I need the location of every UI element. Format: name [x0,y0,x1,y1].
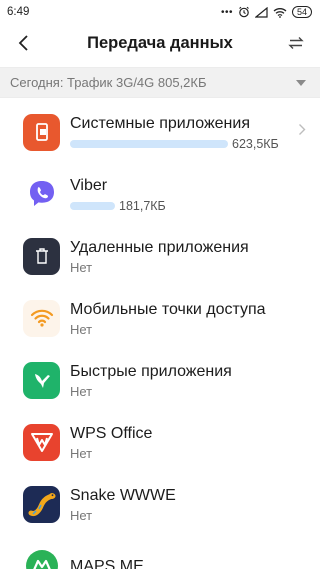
app-bar: Передача данных [0,24,320,62]
list-item-system-apps[interactable]: Системные приложения 623,5КБ [0,101,320,163]
sort-toggle-button[interactable] [282,29,310,57]
wifi-hotspot-icon [23,299,60,337]
app-name: Удаленные приложения [70,238,249,256]
alarm-icon [239,6,249,18]
wifi-icon [273,7,287,18]
triangle-down-icon [296,79,306,86]
traffic-filter-label: Сегодня: Трафик 3G/4G 805,2КБ [10,75,207,90]
list-item-removed-apps[interactable]: Удаленные приложения Нет [0,225,320,287]
status-icons: ••• 54 [221,6,312,18]
list-item-viber[interactable]: Viber 181,7КБ [0,163,320,225]
app-name: Мобильные точки доступа [70,300,266,318]
signal-icon [254,6,268,18]
usage-value: Нет [70,507,93,523]
notification-dots: ••• [220,6,233,18]
snake-icon [23,485,60,523]
back-button[interactable] [10,29,38,57]
usage-value: Нет [70,445,93,461]
list-item-snake-wwwe[interactable]: Snake WWWE Нет [0,473,320,535]
app-name: MAPS.ME [70,557,144,569]
app-name: Snake WWWE [70,486,176,504]
wps-icon [23,423,60,461]
usage-value: 181,7КБ [119,198,166,213]
maps-me-icon [23,547,60,569]
swap-arrows-icon [288,37,304,49]
traffic-filter-dropdown[interactable]: Сегодня: Трафик 3G/4G 805,2КБ [0,67,320,98]
chevron-right-icon [299,124,306,135]
list-item-hotspot[interactable]: Мобильные точки доступа Нет [0,287,320,349]
system-apps-icon [23,113,60,151]
hummingbird-icon [23,361,60,399]
status-time: 6:49 [7,6,30,18]
usage-value: Нет [70,259,93,275]
usage-value: Нет [70,383,93,399]
chevron-left-icon [18,35,28,51]
app-name: Системные приложения [70,114,250,132]
list-item-quick-apps[interactable]: Быстрые приложения Нет [0,349,320,411]
app-name: Быстрые приложения [70,362,232,380]
status-bar: 6:49 ••• 54 [0,0,320,24]
app-name: Viber [70,176,108,194]
battery-indicator: 54 [291,6,312,18]
usage-bar [70,139,228,148]
viber-icon [23,176,60,213]
page-title: Передача данных [87,33,233,52]
trash-icon [23,237,60,275]
usage-bar [70,201,115,210]
list-item-maps-me[interactable]: MAPS.ME [0,535,320,569]
list-item-wps-office[interactable]: WPS Office Нет [0,411,320,473]
usage-value: 623,5КБ [232,136,279,151]
usage-value: Нет [70,321,93,337]
app-usage-list: Системные приложения 623,5КБ Viber 181,7… [0,101,320,569]
app-name: WPS Office [70,424,153,442]
